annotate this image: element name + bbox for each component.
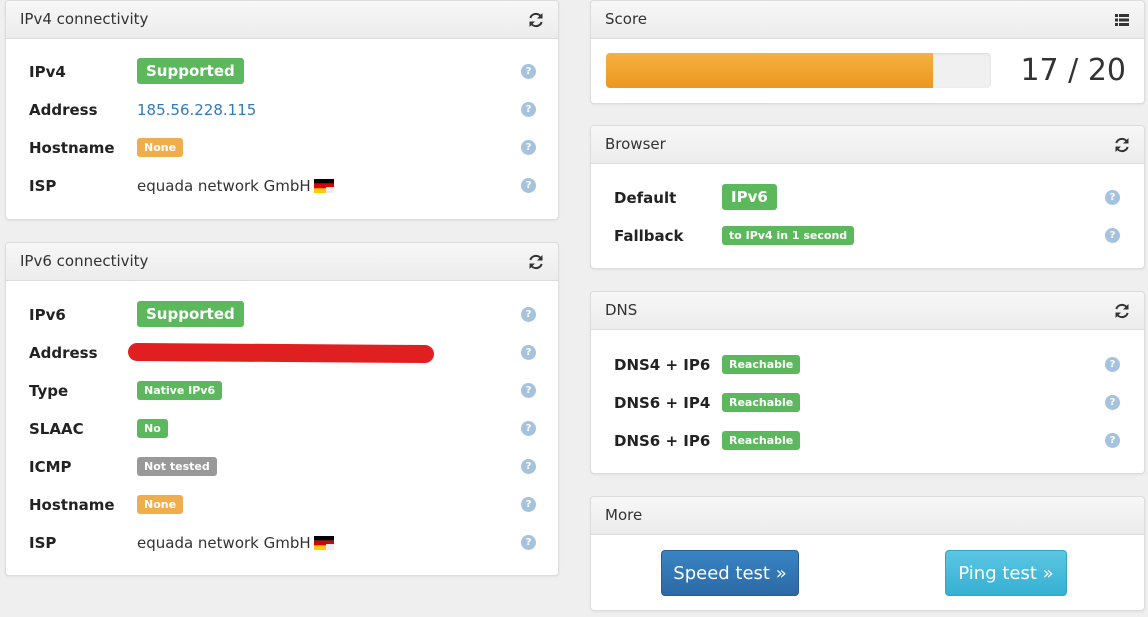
default-ipv6-badge: IPv6 — [722, 184, 777, 210]
isp-value-group: equada network GmbH — [137, 177, 334, 195]
ipv6-row-slaac: SLAAC No ? — [6, 416, 558, 444]
help-icon[interactable]: ? — [521, 497, 536, 512]
ipv6-panel-header: IPv6 connectivity — [6, 243, 558, 281]
help-icon[interactable]: ? — [1105, 395, 1120, 410]
score-body: 17 / 20 — [591, 39, 1144, 103]
reachable-badge: Reachable — [722, 355, 801, 374]
ipv6-panel: IPv6 connectivity IPv6 Supported ? Addre… — [5, 242, 559, 576]
ipv6-row-hostname: Hostname None ? — [6, 492, 558, 520]
hostname-label: Hostname — [29, 139, 115, 157]
native-ipv6-badge: Native IPv6 — [137, 381, 223, 400]
ipv6-row-address: Address ? — [6, 340, 558, 368]
isp-value: equada network GmbH — [137, 534, 311, 552]
score-progress-fill — [606, 53, 934, 88]
dns4-ip6-label: DNS4 + IP6 — [614, 356, 711, 374]
ping-test-button[interactable]: Ping test » — [945, 550, 1067, 596]
isp-label: ISP — [29, 534, 57, 552]
reachable-badge: Reachable — [722, 393, 801, 412]
default-label: Default — [614, 189, 677, 207]
ipv4-supported-badge: Supported — [137, 58, 244, 84]
hostname-none-badge: None — [137, 495, 184, 514]
ipv6-panel-title: IPv6 connectivity — [20, 252, 149, 270]
isp-value: equada network GmbH — [137, 177, 311, 195]
ipv6-label: IPv6 — [29, 306, 66, 324]
dns6-ip4-label: DNS6 + IP4 — [614, 394, 711, 412]
type-label: Type — [29, 382, 69, 400]
dns-panel-title: DNS — [605, 301, 638, 319]
refresh-icon[interactable] — [1112, 135, 1132, 155]
browser-panel-header: Browser — [591, 126, 1144, 164]
ipv6-row-icmp: ICMP Not tested ? — [6, 454, 558, 482]
score-value: 17 / 20 — [1020, 53, 1126, 88]
help-icon[interactable]: ? — [521, 64, 536, 79]
ipv6-supported-badge: Supported — [137, 301, 244, 327]
help-icon[interactable]: ? — [521, 102, 536, 117]
address-label: Address — [29, 344, 98, 362]
icmp-label: ICMP — [29, 458, 72, 476]
help-icon[interactable]: ? — [1105, 357, 1120, 372]
dns-row-dns6-ip4: DNS6 + IP4 Reachable ? — [591, 390, 1144, 418]
ipv4-panel-title: IPv4 connectivity — [20, 10, 149, 28]
browser-row-fallback: Fallback to IPv4 in 1 second ? — [591, 223, 1144, 251]
ipv6-row-type: Type Native IPv6 ? — [6, 378, 558, 406]
help-icon[interactable]: ? — [521, 140, 536, 155]
fallback-label: Fallback — [614, 227, 684, 245]
ipv4-panel-header: IPv4 connectivity — [6, 1, 558, 39]
browser-panel: Browser Default IPv6 ? Fallback to IPv4 … — [590, 125, 1145, 269]
more-panel-header: More — [591, 497, 1144, 535]
isp-value-group: equada network GmbH — [137, 534, 334, 552]
help-icon[interactable]: ? — [521, 459, 536, 474]
score-panel: Score 17 / 20 — [590, 0, 1145, 104]
more-panel: More Speed test » Ping test » — [590, 496, 1145, 611]
ipv4-row-address: Address 185.56.228.115 ? — [6, 97, 558, 125]
browser-row-default: Default IPv6 ? — [591, 184, 1144, 213]
ipv4-row-status: IPv4 Supported ? — [6, 58, 558, 87]
help-icon[interactable]: ? — [521, 535, 536, 550]
slaac-no-badge: No — [137, 419, 168, 438]
icmp-not-tested-badge: Not tested — [137, 457, 217, 476]
ipv4-label: IPv4 — [29, 63, 66, 81]
isp-label: ISP — [29, 177, 57, 195]
ipv4-panel: IPv4 connectivity IPv4 Supported ? Addre… — [5, 0, 559, 220]
germany-flag-icon — [313, 179, 334, 193]
score-panel-title: Score — [605, 10, 648, 28]
score-panel-header: Score — [591, 1, 1144, 39]
score-progress-bar — [606, 53, 991, 88]
browser-panel-title: Browser — [605, 135, 666, 153]
slaac-label: SLAAC — [29, 420, 84, 438]
speed-test-button[interactable]: Speed test » — [661, 550, 799, 596]
hostname-label: Hostname — [29, 496, 115, 514]
fallback-badge: to IPv4 in 1 second — [722, 226, 855, 245]
ipv6-row-isp: ISP equada network GmbH ? — [6, 530, 558, 558]
help-icon[interactable]: ? — [521, 421, 536, 436]
ipv4-row-isp: ISP equada network GmbH ? — [6, 173, 558, 201]
dns-panel: DNS DNS4 + IP6 Reachable ? DNS6 + IP4 Re… — [590, 291, 1145, 474]
reachable-badge: Reachable — [722, 431, 801, 450]
ipv4-address-link[interactable]: 185.56.228.115 — [137, 101, 256, 119]
help-icon[interactable]: ? — [1105, 433, 1120, 448]
dns6-ip6-label: DNS6 + IP6 — [614, 432, 711, 450]
ipv6-row-status: IPv6 Supported ? — [6, 301, 558, 330]
dns-row-dns6-ip6: DNS6 + IP6 Reachable ? — [591, 428, 1144, 456]
refresh-icon[interactable] — [526, 252, 546, 272]
help-icon[interactable]: ? — [521, 178, 536, 193]
help-icon[interactable]: ? — [521, 307, 536, 322]
refresh-icon[interactable] — [526, 10, 546, 30]
dns-panel-header: DNS — [591, 292, 1144, 330]
help-icon[interactable]: ? — [1105, 228, 1120, 243]
dns-row-dns4-ip6: DNS4 + IP6 Reachable ? — [591, 352, 1144, 380]
help-icon[interactable]: ? — [521, 345, 536, 360]
hostname-none-badge: None — [137, 138, 184, 157]
address-label: Address — [29, 101, 98, 119]
ipv4-row-hostname: Hostname None ? — [6, 135, 558, 163]
address-redaction-mark — [127, 342, 435, 364]
refresh-icon[interactable] — [1112, 301, 1132, 321]
help-icon[interactable]: ? — [1105, 190, 1120, 205]
germany-flag-icon — [313, 536, 334, 550]
more-panel-title: More — [605, 506, 643, 524]
list-icon[interactable] — [1112, 10, 1132, 30]
help-icon[interactable]: ? — [521, 383, 536, 398]
